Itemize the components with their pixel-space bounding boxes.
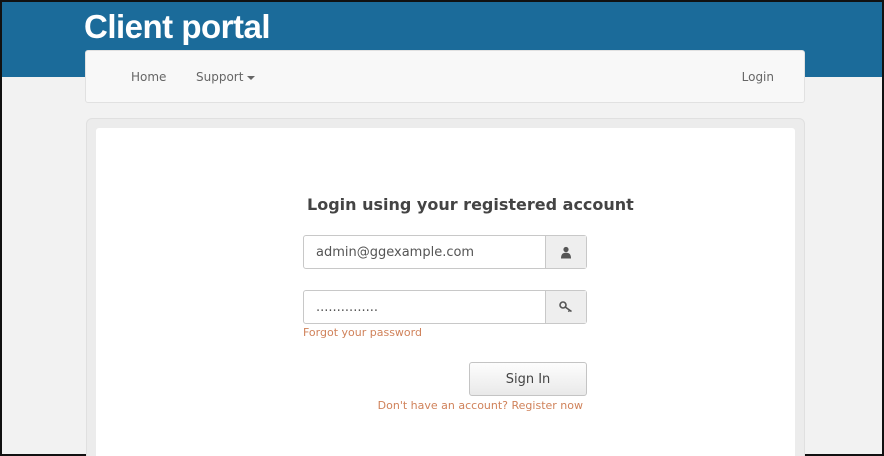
user-icon [545,236,586,268]
login-title: Login using your registered account [307,195,634,214]
register-link[interactable]: Don't have an account? Register now [378,399,583,412]
brand-title: Client portal [84,8,271,45]
sign-in-button[interactable]: Sign In [469,362,587,396]
email-field-group [303,235,587,269]
caret-down-icon [247,75,256,80]
key-icon [545,291,586,323]
nav-login[interactable]: Login [742,70,774,84]
email-input[interactable] [304,236,545,268]
navbar: Home Support Login [85,50,805,103]
password-field-group [303,290,587,324]
nav-support-label: Support [196,70,244,84]
nav-support-dropdown[interactable]: Support [196,70,256,84]
forgot-password-link[interactable]: Forgot your password [303,326,422,339]
nav-home[interactable]: Home [131,70,166,84]
password-input[interactable] [304,291,545,323]
